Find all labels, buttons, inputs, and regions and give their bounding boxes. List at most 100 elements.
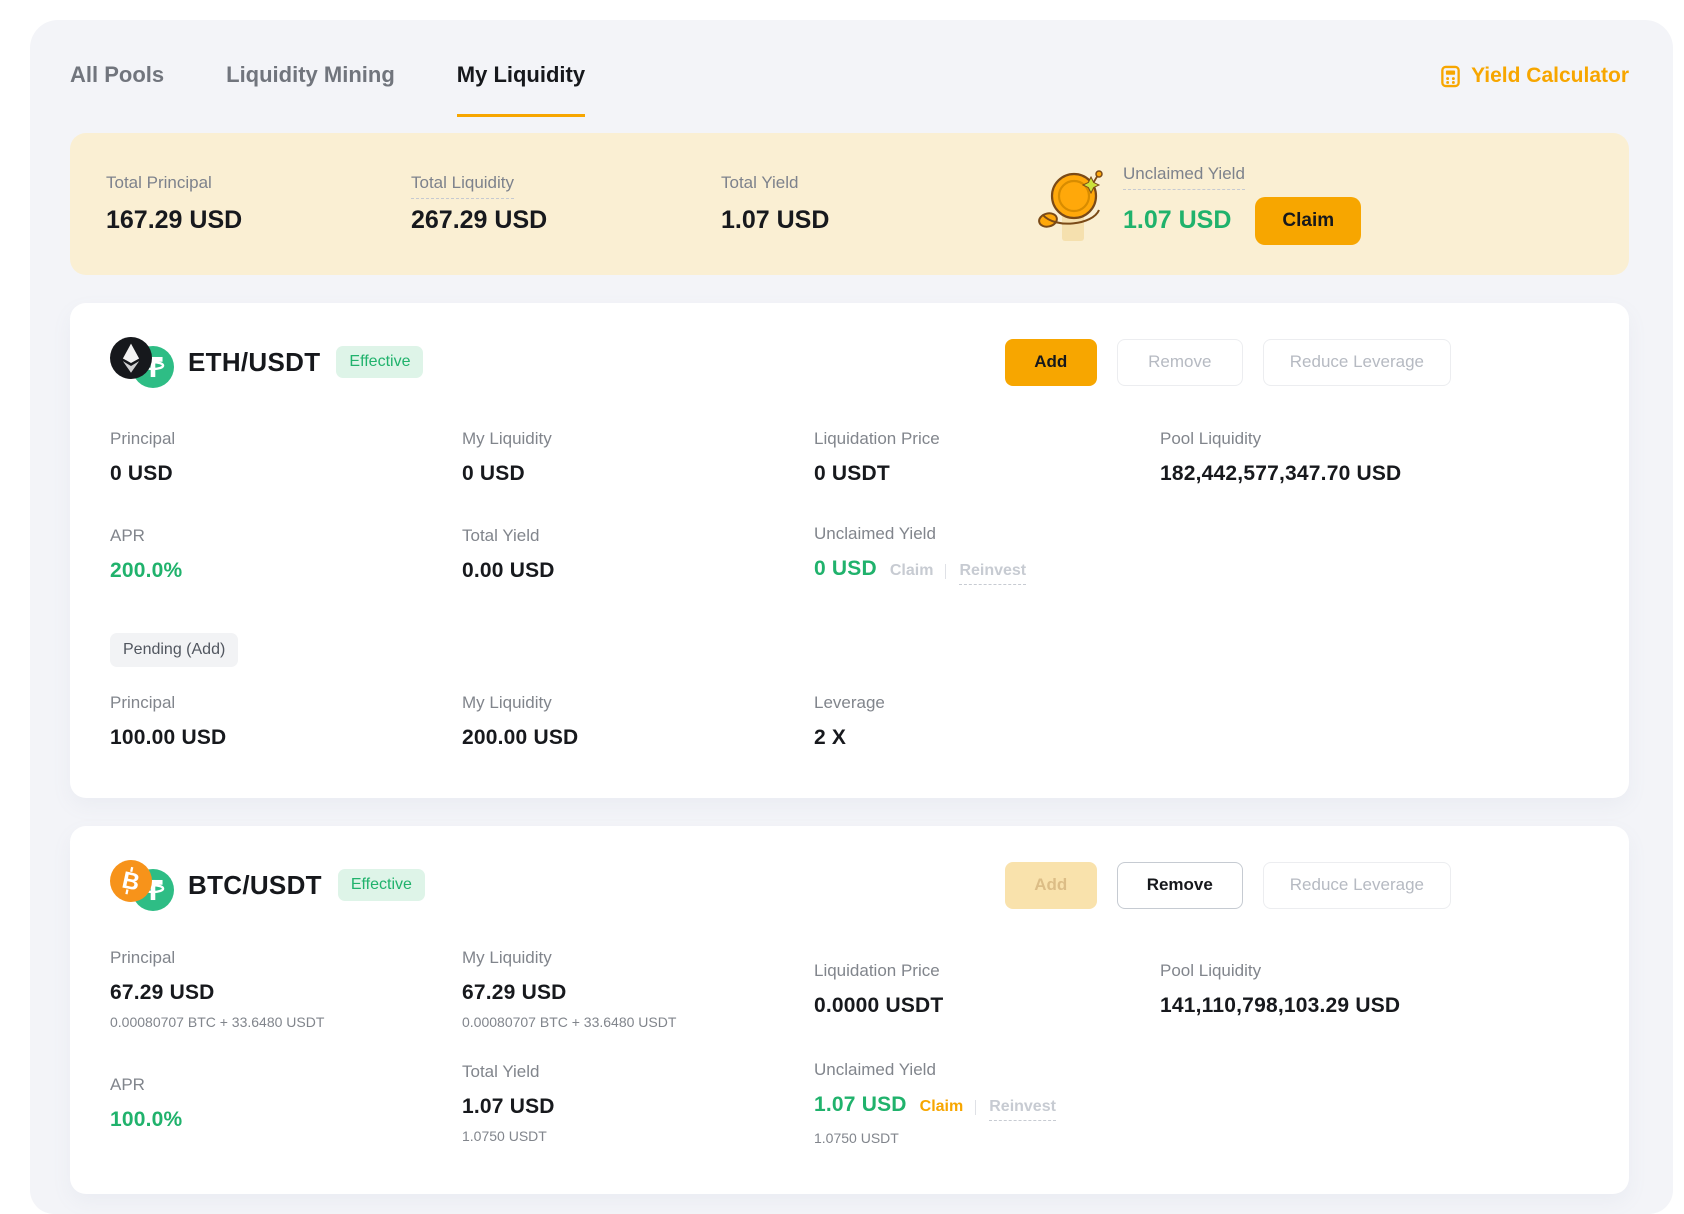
stat-value: 0.0000 USDT — [814, 994, 1160, 1018]
pair-icons: B — [110, 860, 176, 910]
total-liquidity-label[interactable]: Total Liquidity — [411, 173, 514, 199]
stat-label: APR — [110, 526, 462, 546]
divider — [945, 564, 946, 579]
pool-card-eth-usdt: ETH/USDT Effective Add Remove Reduce Lev… — [70, 303, 1629, 798]
total-principal: Total Principal 167.29 USD — [106, 173, 411, 235]
tab-liquidity-mining[interactable]: Liquidity Mining — [226, 62, 395, 117]
pending-principal: Principal 100.00 USD — [110, 693, 462, 750]
yield-calculator-label: Yield Calculator — [1471, 64, 1629, 88]
stat-value: 141,110,798,103.29 USD — [1160, 994, 1589, 1018]
stat-value: 0 USD — [110, 462, 462, 486]
stat-value: 200.0% — [110, 559, 462, 583]
stat-sub-value: 1.0750 USDT — [814, 1130, 1160, 1146]
stat-sub-value: 1.0750 USDT — [462, 1128, 814, 1144]
stat-pool-liquidity: Pool Liquidity 182,442,577,347.70 USD — [1160, 429, 1589, 486]
stat-label: My Liquidity — [462, 429, 814, 449]
stat-label: Pool Liquidity — [1160, 429, 1589, 449]
btc-icon: B — [110, 860, 152, 907]
pending-add-badge: Pending (Add) — [110, 633, 238, 667]
unclaimed-yield-value: 1.07 USD — [1123, 206, 1231, 235]
stat-my-liquidity: My Liquidity 67.29 USD 0.00080707 BTC + … — [462, 948, 814, 1030]
pending-my-liquidity: My Liquidity 200.00 USD — [462, 693, 814, 750]
remove-button[interactable]: Remove — [1117, 862, 1243, 909]
stat-my-liquidity: My Liquidity 0 USD — [462, 429, 814, 486]
stat-label: Principal — [110, 429, 462, 449]
tab-bar: All Pools Liquidity Mining My Liquidity — [70, 62, 647, 117]
stat-total-yield: Total Yield 0.00 USD — [462, 526, 814, 583]
pool-card-btc-usdt: B BTC/USDT Effective Add Remove Reduce L… — [70, 826, 1629, 1194]
stat-value: 200.00 USD — [462, 726, 814, 750]
stat-label: Unclaimed Yield — [814, 1060, 1160, 1080]
stat-value: 67.29 USD — [462, 981, 814, 1005]
stat-value: 2 X — [814, 726, 1160, 750]
stat-label: My Liquidity — [462, 693, 814, 713]
stat-value: 0 USD — [814, 557, 877, 581]
pair-name: BTC/USDT — [188, 870, 322, 901]
stat-label: Unclaimed Yield — [814, 524, 1160, 544]
remove-button[interactable]: Remove — [1117, 339, 1243, 386]
divider — [975, 1100, 976, 1115]
unclaimed-yield-label[interactable]: Unclaimed Yield — [1123, 164, 1245, 190]
total-principal-label: Total Principal — [106, 173, 411, 193]
coin-illustration-icon — [1035, 163, 1107, 252]
total-yield: Total Yield 1.07 USD — [721, 173, 1035, 235]
stat-label: Principal — [110, 693, 462, 713]
add-button[interactable]: Add — [1005, 339, 1097, 386]
summary-banner: Total Principal 167.29 USD Total Liquidi… — [70, 133, 1629, 275]
total-yield-value: 1.07 USD — [721, 206, 1035, 235]
stat-label: Liquidation Price — [814, 961, 1160, 981]
stat-sub-value: 0.00080707 BTC + 33.6480 USDT — [110, 1014, 462, 1030]
stat-apr: APR 100.0% — [110, 1075, 462, 1132]
unclaimed-yield-block: Unclaimed Yield 1.07 USD Claim — [1035, 157, 1593, 252]
total-liquidity-value: 267.29 USD — [411, 206, 721, 235]
stat-liquidation-price: Liquidation Price 0 USDT — [814, 429, 1160, 486]
stat-label: Total Yield — [462, 526, 814, 546]
claim-link[interactable]: Claim — [890, 562, 934, 580]
status-badge: Effective — [338, 869, 425, 901]
stat-label: My Liquidity — [462, 948, 814, 968]
stat-value: 67.29 USD — [110, 981, 462, 1005]
calculator-icon — [1439, 65, 1462, 88]
reduce-leverage-button[interactable]: Reduce Leverage — [1263, 862, 1451, 909]
stat-principal: Principal 67.29 USD 0.00080707 BTC + 33.… — [110, 948, 462, 1030]
pending-section: Pending (Add) Principal 100.00 USD My Li… — [110, 633, 1589, 750]
stat-principal: Principal 0 USD — [110, 429, 462, 486]
claim-button[interactable]: Claim — [1255, 197, 1361, 245]
stat-value: 100.00 USD — [110, 726, 462, 750]
topbar: All Pools Liquidity Mining My Liquidity … — [70, 62, 1629, 117]
total-yield-label: Total Yield — [721, 173, 1035, 193]
stat-value: 1.07 USD — [462, 1095, 814, 1119]
reinvest-link[interactable]: Reinvest — [959, 562, 1026, 585]
stat-unclaimed-yield: Unclaimed Yield 1.07 USD Claim Reinvest … — [814, 1060, 1160, 1146]
stat-value: 0 USDT — [814, 462, 1160, 486]
tab-my-liquidity[interactable]: My Liquidity — [457, 62, 585, 117]
stat-total-yield: Total Yield 1.07 USD 1.0750 USDT — [462, 1062, 814, 1144]
stat-value: 0.00 USD — [462, 559, 814, 583]
tab-all-pools[interactable]: All Pools — [70, 62, 164, 117]
pending-leverage: Leverage 2 X — [814, 693, 1160, 750]
stat-label: Pool Liquidity — [1160, 961, 1589, 981]
status-badge: Effective — [336, 346, 423, 378]
reduce-leverage-button[interactable]: Reduce Leverage — [1263, 339, 1451, 386]
total-principal-value: 167.29 USD — [106, 206, 411, 235]
stat-label: Principal — [110, 948, 462, 968]
stat-value: 182,442,577,347.70 USD — [1160, 462, 1589, 486]
stat-sub-value: 0.00080707 BTC + 33.6480 USDT — [462, 1014, 814, 1030]
add-button[interactable]: Add — [1005, 862, 1097, 909]
stat-unclaimed-yield: Unclaimed Yield 0 USD Claim Reinvest — [814, 524, 1160, 585]
stat-pool-liquidity: Pool Liquidity 141,110,798,103.29 USD — [1160, 961, 1589, 1018]
claim-link[interactable]: Claim — [920, 1098, 964, 1116]
yield-calculator-link[interactable]: Yield Calculator — [1439, 64, 1629, 88]
stat-liquidation-price: Liquidation Price 0.0000 USDT — [814, 961, 1160, 1018]
stat-value: 100.0% — [110, 1108, 462, 1132]
stat-apr: APR 200.0% — [110, 526, 462, 583]
pair-icons — [110, 337, 176, 387]
stat-value: 0 USD — [462, 462, 814, 486]
stat-label: Liquidation Price — [814, 429, 1160, 449]
reinvest-link[interactable]: Reinvest — [989, 1098, 1056, 1121]
stat-label: Leverage — [814, 693, 1160, 713]
pair-name: ETH/USDT — [188, 347, 320, 378]
stat-label: APR — [110, 1075, 462, 1095]
total-liquidity: Total Liquidity 267.29 USD — [411, 173, 721, 235]
stat-label: Total Yield — [462, 1062, 814, 1082]
